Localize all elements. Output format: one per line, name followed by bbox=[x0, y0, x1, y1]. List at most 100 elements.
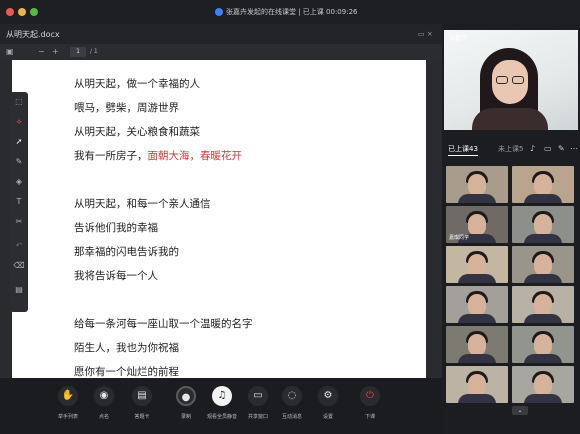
toolbar-label: 下课 bbox=[364, 414, 375, 420]
participants-panel: 张嘉卉 已上课43 未上课5 ♪ ▭ ✎ ⋯ 嘉琪同学 bbox=[442, 24, 580, 434]
poem-text: 从明天起，做一个幸福的人 喂马，劈柴，周游世界 从明天起，关心粮食和蔬菜 我有一… bbox=[74, 72, 253, 378]
student-face bbox=[534, 334, 552, 356]
student-body bbox=[458, 194, 496, 203]
toolbar-label: 观看全员静音 bbox=[206, 414, 237, 420]
record-button[interactable]: ● 录制 bbox=[166, 386, 206, 420]
roster-tabs: 已上课43 未上课5 ♪ ▭ ✎ ⋯ bbox=[442, 142, 580, 156]
close-window-button[interactable] bbox=[6, 8, 14, 16]
student-video-tile[interactable] bbox=[446, 246, 508, 283]
mute-all-button[interactable]: ♫ 观看全员静音 bbox=[202, 386, 242, 420]
window-title-text: 张嘉卉发起的在线课堂 | 已上课 00:09:26 bbox=[226, 8, 358, 16]
student-face bbox=[534, 214, 552, 236]
student-body bbox=[524, 274, 562, 283]
student-video-tile[interactable] bbox=[512, 246, 574, 283]
settings-button[interactable]: ⚙ 设置 bbox=[308, 386, 348, 420]
student-video-tile[interactable] bbox=[512, 286, 574, 323]
pen-permission-icon[interactable]: ✎ bbox=[558, 144, 565, 153]
student-body bbox=[524, 394, 562, 403]
poem-line: 喂马，劈柴，周游世界 bbox=[74, 102, 179, 114]
poem-line: 从明天起，和每一个亲人通信 bbox=[74, 198, 211, 210]
zoom-in-icon[interactable]: + bbox=[52, 47, 59, 57]
student-face bbox=[534, 294, 552, 316]
classroom-toolbar: ✋ 举手列表 ◉ 点名 ▤ 答题卡 ● 录制 ♫ 观看全员静音 ▭ 共享窗口 ◌ 互动消息 ⚙… bbox=[0, 378, 442, 434]
app-logo-icon bbox=[215, 8, 223, 16]
student-video-tile[interactable] bbox=[512, 206, 574, 243]
glasses-left bbox=[496, 76, 508, 84]
student-face bbox=[468, 374, 486, 396]
student-video-grid: 嘉琪同学 bbox=[442, 166, 580, 403]
stanza-gap bbox=[74, 288, 253, 312]
student-face bbox=[468, 334, 486, 356]
answer-card-button[interactable]: ▤ 答题卡 bbox=[122, 386, 162, 420]
student-face bbox=[468, 294, 486, 316]
chat-icon: ◌ bbox=[282, 386, 302, 406]
answer-card-icon: ▤ bbox=[132, 386, 152, 406]
more-options-icon[interactable]: ⋯ bbox=[570, 144, 578, 153]
select-area-icon[interactable]: ⬚ bbox=[10, 94, 28, 110]
page-total: / 1 bbox=[90, 48, 98, 55]
page-number-input[interactable]: 1 bbox=[70, 47, 86, 57]
student-video-tile[interactable]: 嘉琪同学 bbox=[446, 206, 508, 243]
student-video-tile[interactable] bbox=[446, 166, 508, 203]
mute-students-icon[interactable]: ♪ bbox=[530, 144, 535, 153]
student-body bbox=[458, 314, 496, 323]
document-window-controls[interactable]: ▭ × bbox=[418, 30, 433, 38]
scissors-icon[interactable]: ✂ bbox=[10, 214, 28, 230]
poem-line: 我将告诉每一个人 bbox=[74, 270, 158, 282]
toolbar-label: 录制 bbox=[180, 414, 191, 420]
sidebar-toggle-icon[interactable]: ▣ bbox=[6, 47, 14, 57]
undo-icon[interactable]: ↶ bbox=[10, 238, 28, 254]
eraser-icon[interactable]: ⌫ bbox=[10, 258, 28, 274]
laser-pointer-icon[interactable]: ⟡ bbox=[10, 114, 28, 130]
document-page[interactable]: 从明天起，做一个幸福的人 喂马，劈柴，周游世界 从明天起，关心粮食和蔬菜 我有一… bbox=[12, 60, 426, 378]
teacher-shirt bbox=[472, 108, 548, 130]
toolbar-label: 点名 bbox=[98, 414, 109, 420]
maximize-window-button[interactable] bbox=[30, 8, 38, 16]
hand-icon: ✋ bbox=[58, 386, 78, 406]
poem-line: 陌生人，我也为你祝福 bbox=[74, 342, 179, 354]
document-toolbar: ▣ − + 1 / 1 bbox=[0, 44, 442, 60]
pen-icon[interactable]: ✎ bbox=[10, 154, 28, 170]
record-icon: ● bbox=[176, 386, 196, 406]
student-video-tile[interactable] bbox=[512, 326, 574, 363]
student-face bbox=[468, 254, 486, 276]
share-window-icon: ▭ bbox=[248, 386, 268, 406]
student-name: 嘉琪同学 bbox=[449, 235, 470, 241]
online-classroom-window: 张嘉卉发起的在线课堂 | 已上课 00:09:26 从明天起.docx ▭ × … bbox=[0, 0, 580, 434]
student-video-tile[interactable] bbox=[446, 326, 508, 363]
text-tool-icon[interactable]: T bbox=[10, 194, 28, 210]
student-video-tile[interactable] bbox=[512, 366, 574, 403]
camera-control-icon[interactable]: ▭ bbox=[544, 144, 552, 153]
toolbar-label: 举手列表 bbox=[57, 414, 78, 420]
teacher-name: 张嘉卉 bbox=[449, 35, 468, 42]
student-body bbox=[524, 234, 562, 243]
student-video-tile[interactable] bbox=[512, 166, 574, 203]
student-body bbox=[524, 194, 562, 203]
shapes-icon[interactable]: ◈ bbox=[10, 174, 28, 190]
interactive-messages-button[interactable]: ◌ 互动消息 bbox=[272, 386, 312, 420]
poem-line: 愿你有一个灿烂的前程 bbox=[74, 366, 179, 378]
student-video-tile[interactable] bbox=[446, 286, 508, 323]
title-bar: 张嘉卉发起的在线课堂 | 已上课 00:09:26 bbox=[0, 0, 580, 24]
student-video-tile[interactable] bbox=[446, 366, 508, 403]
power-icon: ⏻ bbox=[360, 386, 380, 406]
student-face bbox=[534, 374, 552, 396]
rollcall-icon: ◉ bbox=[94, 386, 114, 406]
tab-not-in-class[interactable]: 未上课5 bbox=[498, 144, 523, 154]
end-class-button[interactable]: ⏻ 下课 bbox=[350, 386, 390, 420]
document-file-name: 从明天起.docx bbox=[6, 30, 60, 39]
cursor-icon[interactable]: ➚ bbox=[10, 134, 28, 150]
teacher-video[interactable]: 张嘉卉 bbox=[444, 30, 578, 130]
clear-board-icon[interactable]: ▤ bbox=[10, 282, 28, 298]
raise-hand-list-button[interactable]: ✋ 举手列表 bbox=[48, 386, 88, 420]
roll-call-button[interactable]: ◉ 点名 bbox=[84, 386, 124, 420]
active-tab-indicator bbox=[448, 155, 478, 156]
student-face bbox=[534, 174, 552, 196]
student-face bbox=[468, 174, 486, 196]
tab-in-class[interactable]: 已上课43 bbox=[448, 144, 478, 154]
student-body bbox=[524, 314, 562, 323]
zoom-out-icon[interactable]: − bbox=[38, 47, 45, 57]
student-face bbox=[468, 214, 486, 236]
minimize-window-button[interactable] bbox=[18, 8, 26, 16]
scroll-down-button[interactable]: ⌄ bbox=[512, 406, 528, 415]
